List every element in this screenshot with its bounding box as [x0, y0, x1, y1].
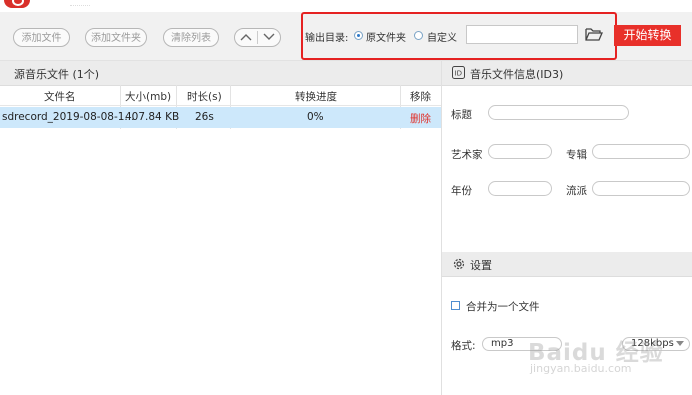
year-label: 年份: [451, 185, 472, 197]
row-progress: 0%: [307, 111, 324, 123]
radio-original-folder[interactable]: [354, 31, 363, 40]
column-header-remove[interactable]: 移除: [410, 89, 431, 104]
settings-header: 设置: [442, 252, 692, 277]
source-files-panel: 源音乐文件 (1个) 文件名 大小(mb) 时长(s) 转换进度 移除 sdre…: [0, 61, 442, 395]
id3-header: ID 音乐文件信息(ID3): [442, 61, 692, 86]
row-file-name: sdrecord_2019-08-08-1...: [2, 111, 135, 123]
title-label: 标题: [451, 109, 472, 121]
merge-label: 合并为一个文件: [466, 301, 540, 313]
add-folder-button[interactable]: 添加文件夹: [85, 28, 147, 47]
radio-original-label: 原文件夹: [366, 33, 406, 44]
artist-label: 艺术家: [451, 149, 483, 161]
settings-title: 设置: [470, 259, 492, 272]
clear-list-button[interactable]: 清除列表: [163, 28, 219, 47]
up-arrow-icon[interactable]: [240, 33, 252, 41]
title-bar: [0, 0, 692, 10]
arrows-separator: [257, 31, 258, 44]
row-delete-link[interactable]: 删除: [410, 111, 431, 126]
column-header-progress[interactable]: 转换进度: [295, 89, 337, 104]
app-logo-icon: [4, 0, 30, 8]
column-header-duration[interactable]: 时长(s): [187, 89, 222, 104]
title-field[interactable]: [488, 105, 629, 120]
add-file-button[interactable]: 添加文件: [13, 28, 70, 47]
id3-title: 音乐文件信息(ID3): [470, 68, 564, 81]
album-field[interactable]: [592, 144, 690, 159]
output-path-input[interactable]: [466, 25, 578, 44]
source-header: 源音乐文件 (1个): [0, 61, 441, 86]
start-convert-button[interactable]: 开始转换: [614, 25, 681, 46]
merge-checkbox[interactable]: [451, 301, 460, 310]
column-header-name[interactable]: 文件名: [44, 89, 76, 104]
row-file-size: 407.84 KB: [125, 111, 180, 123]
folder-open-icon[interactable]: [585, 27, 603, 41]
watermark-url: jingyan.baidu.com: [530, 362, 632, 375]
genre-field[interactable]: [592, 181, 690, 196]
radio-custom[interactable]: [414, 31, 423, 40]
column-header-size[interactable]: 大小(mb): [125, 89, 171, 104]
id3-icon: ID: [452, 66, 465, 79]
artist-field[interactable]: [488, 144, 552, 159]
format-label: 格式:: [451, 340, 476, 352]
row-duration: 26s: [195, 111, 214, 123]
year-field[interactable]: [488, 181, 552, 196]
output-label: 输出目录:: [305, 33, 349, 44]
genre-label: 流派: [566, 185, 587, 197]
header-divider: [0, 105, 441, 106]
reorder-buttons: [234, 28, 281, 47]
source-title: 源音乐文件 (1个): [14, 68, 100, 81]
down-arrow-icon[interactable]: [263, 33, 275, 41]
gear-icon: [453, 258, 465, 270]
album-label: 专辑: [566, 149, 587, 161]
svg-text:ID: ID: [455, 70, 462, 78]
radio-custom-label: 自定义: [427, 33, 457, 44]
chevron-down-icon: [676, 341, 684, 346]
title-placeholder: [70, 0, 90, 6]
